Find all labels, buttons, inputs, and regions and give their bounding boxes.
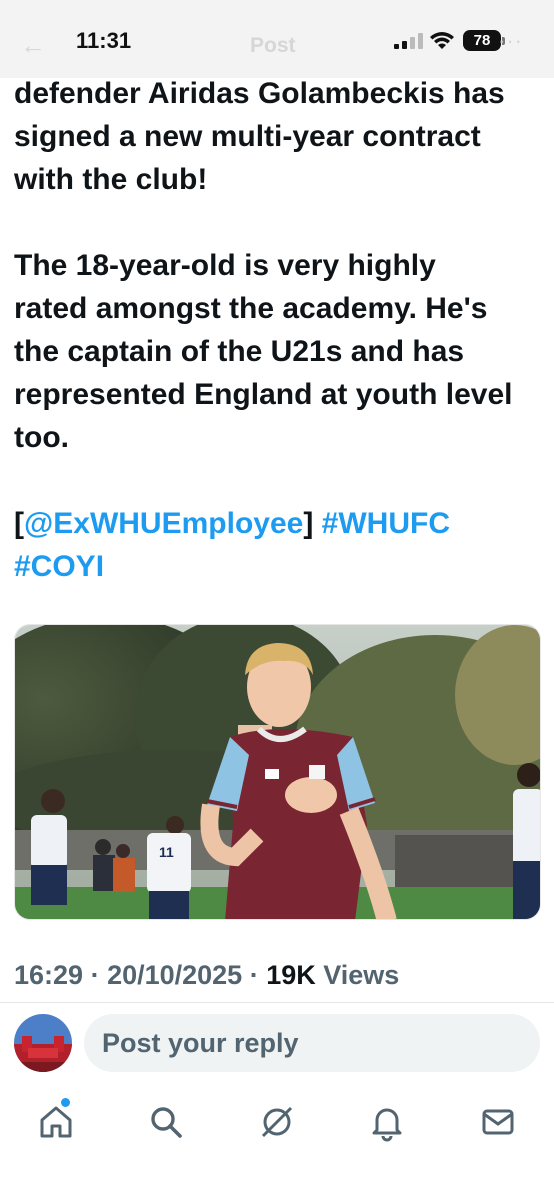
football-player-photo: 11: [15, 625, 540, 919]
tweet-links-line: [@ExWHUEmployee] #WHUFC: [14, 502, 544, 545]
tweet-line: the captain of the U21s and has: [14, 335, 465, 368]
search-icon[interactable]: [144, 1100, 188, 1144]
tweet-links-line: #COYI: [14, 545, 544, 588]
hashtag-link-whufc[interactable]: #WHUFC: [322, 507, 450, 540]
divider: [0, 1002, 554, 1003]
grok-icon[interactable]: [255, 1100, 299, 1144]
tweet-line: signed a new multi-year contract: [14, 120, 481, 153]
battery-icon: 78: [463, 30, 501, 51]
tweet-line: with the club!: [14, 163, 208, 196]
tweet-date: 20/10/2025: [107, 960, 243, 990]
shirt-number: 11: [159, 844, 174, 860]
meta-separator: ·: [242, 960, 267, 990]
tweet-line: represented England at youth level: [14, 378, 513, 411]
tweet-line: too.: [14, 421, 69, 454]
hashtag-link-coyi[interactable]: #COYI: [14, 550, 104, 583]
home-indicator[interactable]: [208, 1186, 346, 1191]
views-count[interactable]: 19K: [266, 960, 316, 990]
avatar-image: [14, 1014, 72, 1072]
bracket-close: ]: [303, 507, 314, 540]
tweet-line: rated amongst the academy. He's: [14, 292, 488, 325]
avatar[interactable]: [14, 1014, 72, 1072]
tweet-meta: 16:29 · 20/10/2025 · 19K Views: [14, 960, 399, 991]
tweet-time: 16:29: [14, 960, 84, 990]
status-time: 11:31: [76, 28, 132, 53]
tweet-line: defender Airidas Golambeckis has: [14, 77, 505, 110]
tweet-photo[interactable]: 11: [14, 624, 541, 920]
back-arrow-icon[interactable]: ←: [20, 30, 46, 61]
unread-dot: [61, 1098, 70, 1107]
views-label[interactable]: Views: [323, 960, 399, 990]
more-options-icon[interactable]: ···: [498, 28, 523, 54]
page-title: Post: [250, 34, 296, 57]
mention-link[interactable]: @ExWHUEmployee: [24, 507, 303, 540]
tweet-line: The 18-year-old is very highly: [14, 249, 436, 282]
bottom-tab-bar: [0, 1086, 554, 1200]
tweet-text: defender Airidas Golambeckis has signed …: [14, 72, 544, 588]
bracket-open: [: [14, 507, 24, 540]
status-bar: ← 11:31 Post 78 ···: [0, 0, 554, 78]
home-icon[interactable]: [34, 1100, 78, 1144]
meta-separator: ·: [83, 960, 108, 990]
wifi-icon: [430, 32, 454, 49]
cellular-signal-icon: [394, 33, 423, 49]
notifications-icon[interactable]: [365, 1100, 409, 1144]
reply-input[interactable]: [84, 1014, 540, 1072]
messages-icon[interactable]: [476, 1100, 520, 1144]
